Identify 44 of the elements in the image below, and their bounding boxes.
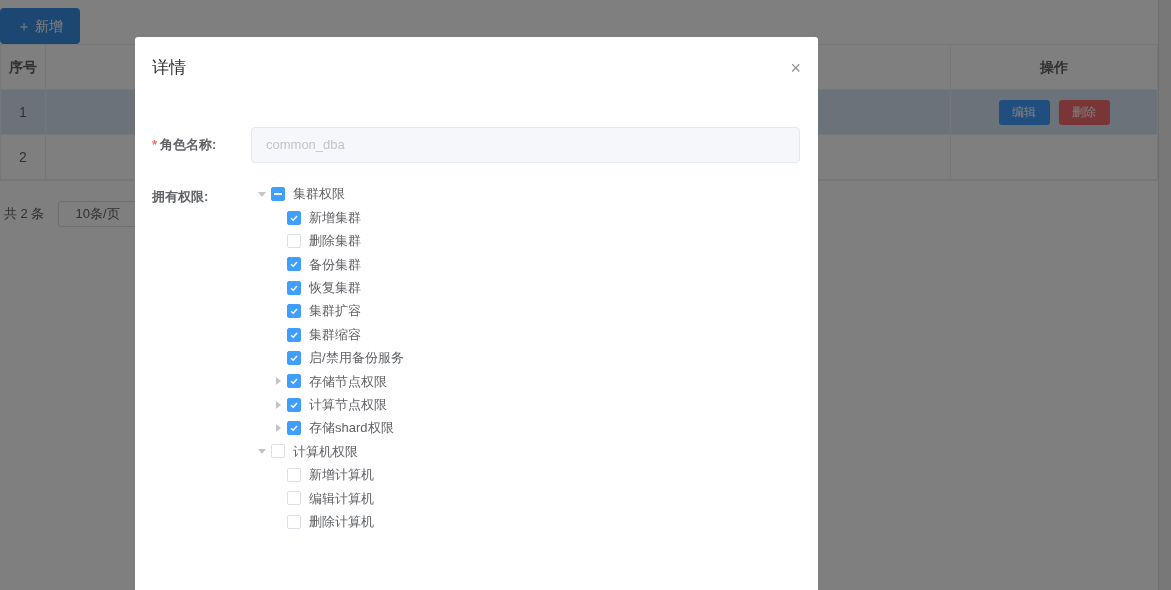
- checkbox[interactable]: [287, 327, 301, 342]
- caret-down-icon[interactable]: [258, 447, 266, 456]
- checkbox[interactable]: [287, 304, 301, 319]
- tree-node-label[interactable]: 存储shard权限: [309, 418, 394, 438]
- tree-node-label[interactable]: 集群缩容: [309, 324, 361, 345]
- checkbox[interactable]: [287, 421, 301, 436]
- column-header: 序号: [1, 45, 46, 89]
- checkbox[interactable]: [287, 257, 301, 272]
- table-cell: 1: [1, 90, 46, 134]
- checkbox[interactable]: [287, 397, 301, 412]
- column-header: 操作: [1039, 57, 1069, 77]
- caret-down-icon[interactable]: [258, 190, 266, 199]
- check-icon: [289, 259, 299, 270]
- tree-node-label[interactable]: 删除集群: [309, 231, 361, 251]
- check-icon: [289, 423, 299, 434]
- field-label: 角色名称:: [160, 136, 217, 152]
- caret-right-icon[interactable]: [274, 377, 282, 386]
- table-cell: 2: [1, 135, 46, 179]
- tree-node-label[interactable]: 删除计算机: [309, 511, 374, 532]
- total-count: 共 2 条: [4, 205, 45, 224]
- tree-node-label[interactable]: 集群扩容: [309, 301, 361, 321]
- required-mark: *: [152, 136, 158, 152]
- caret-right-icon[interactable]: [274, 400, 282, 409]
- dialog-title: 详情: [152, 57, 186, 79]
- tree-node-label[interactable]: 存储节点权限: [309, 371, 387, 392]
- checkbox[interactable]: [287, 210, 301, 225]
- checkbox[interactable]: [287, 374, 301, 389]
- tree-node-label[interactable]: 恢复集群: [309, 278, 361, 298]
- tree-node-label[interactable]: 新增集群: [309, 207, 361, 228]
- tree-node-label[interactable]: 计算节点权限: [309, 394, 387, 415]
- check-icon: [289, 306, 299, 317]
- checkbox[interactable]: [271, 187, 285, 202]
- tree-node-label[interactable]: 启/禁用备份服务: [309, 348, 404, 368]
- checkbox[interactable]: [287, 350, 301, 365]
- caret-right-icon[interactable]: [274, 424, 282, 433]
- minus-icon: [274, 193, 282, 196]
- checkbox[interactable]: [287, 280, 301, 295]
- check-icon: [289, 376, 299, 387]
- tree-node-label[interactable]: 备份集群: [309, 254, 361, 275]
- tree-node-label[interactable]: 计算机权限: [293, 441, 358, 462]
- plus-icon: ＋: [17, 15, 31, 37]
- tree-node-label[interactable]: 编辑计算机: [309, 488, 374, 508]
- tree-node-label[interactable]: 集群权限: [293, 184, 345, 204]
- tree-node-label[interactable]: 新增计算机: [309, 465, 374, 485]
